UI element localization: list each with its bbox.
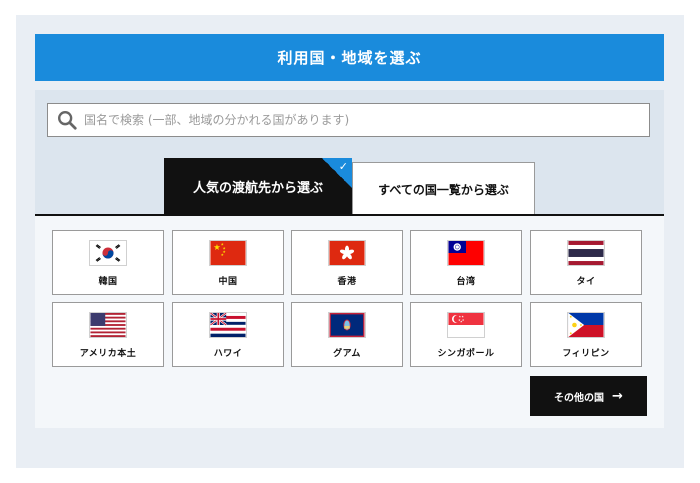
usa-flag-icon xyxy=(89,312,127,338)
country-name: タイ xyxy=(576,277,596,287)
thailand-flag-icon xyxy=(567,240,605,266)
country-name: 台湾 xyxy=(456,277,476,287)
country-korea[interactable]: 韓国 xyxy=(52,230,164,295)
arrow-right-icon: → xyxy=(612,388,623,404)
guam-flag-icon xyxy=(328,312,366,338)
country-usa[interactable]: アメリカ本土 xyxy=(52,302,164,367)
country-philippines[interactable]: フィリピン xyxy=(530,302,642,367)
search-input[interactable] xyxy=(84,113,649,127)
country-taiwan[interactable]: 台湾 xyxy=(410,230,522,295)
hongkong-flag-icon xyxy=(328,240,366,266)
other-countries-label: その他の国 xyxy=(554,392,605,404)
country-guam[interactable]: グアム xyxy=(291,302,403,367)
china-flag-icon: ★ ★ ★ ★ ★ xyxy=(209,240,247,266)
country-china[interactable]: ★ ★ ★ ★ ★ 中国 xyxy=(172,230,284,295)
other-countries-button[interactable]: その他の国 → xyxy=(530,376,647,416)
tab-label: すべての国一覧から選ぶ xyxy=(378,182,509,197)
country-thailand[interactable]: タイ xyxy=(530,230,642,295)
singapore-flag-icon: ★ ★ ★ ★ ★ xyxy=(447,312,485,338)
svg-text:★: ★ xyxy=(213,242,220,252)
country-name: 香港 xyxy=(337,277,357,287)
country-hongkong[interactable]: 香港 xyxy=(291,230,403,295)
tab-label: 人気の渡航先から選ぶ xyxy=(192,181,323,196)
country-name: グアム xyxy=(333,349,361,359)
country-name: 韓国 xyxy=(98,277,118,287)
country-name: シンガポール xyxy=(437,349,495,359)
country-name: 中国 xyxy=(218,277,238,287)
country-hawaii[interactable]: ハワイ xyxy=(172,302,284,367)
check-icon: ✓ xyxy=(322,158,352,188)
search-icon xyxy=(58,111,77,130)
hawaii-flag-icon xyxy=(209,312,247,338)
page-title: 利用国・地域を選ぶ xyxy=(35,34,664,81)
tab-popular-destinations[interactable]: 人気の渡航先から選ぶ ✓ xyxy=(164,158,352,215)
korea-flag-icon xyxy=(89,240,127,266)
philippines-flag-icon xyxy=(567,312,605,338)
country-name: フィリピン xyxy=(562,349,610,359)
taiwan-flag-icon xyxy=(447,240,485,266)
search-box[interactable] xyxy=(47,103,650,137)
country-name: ハワイ xyxy=(213,349,243,359)
country-name: アメリカ本土 xyxy=(79,349,137,359)
tab-all-countries[interactable]: すべての国一覧から選ぶ xyxy=(352,162,535,215)
country-singapore[interactable]: ★ ★ ★ ★ ★ シンガポール xyxy=(410,302,522,367)
